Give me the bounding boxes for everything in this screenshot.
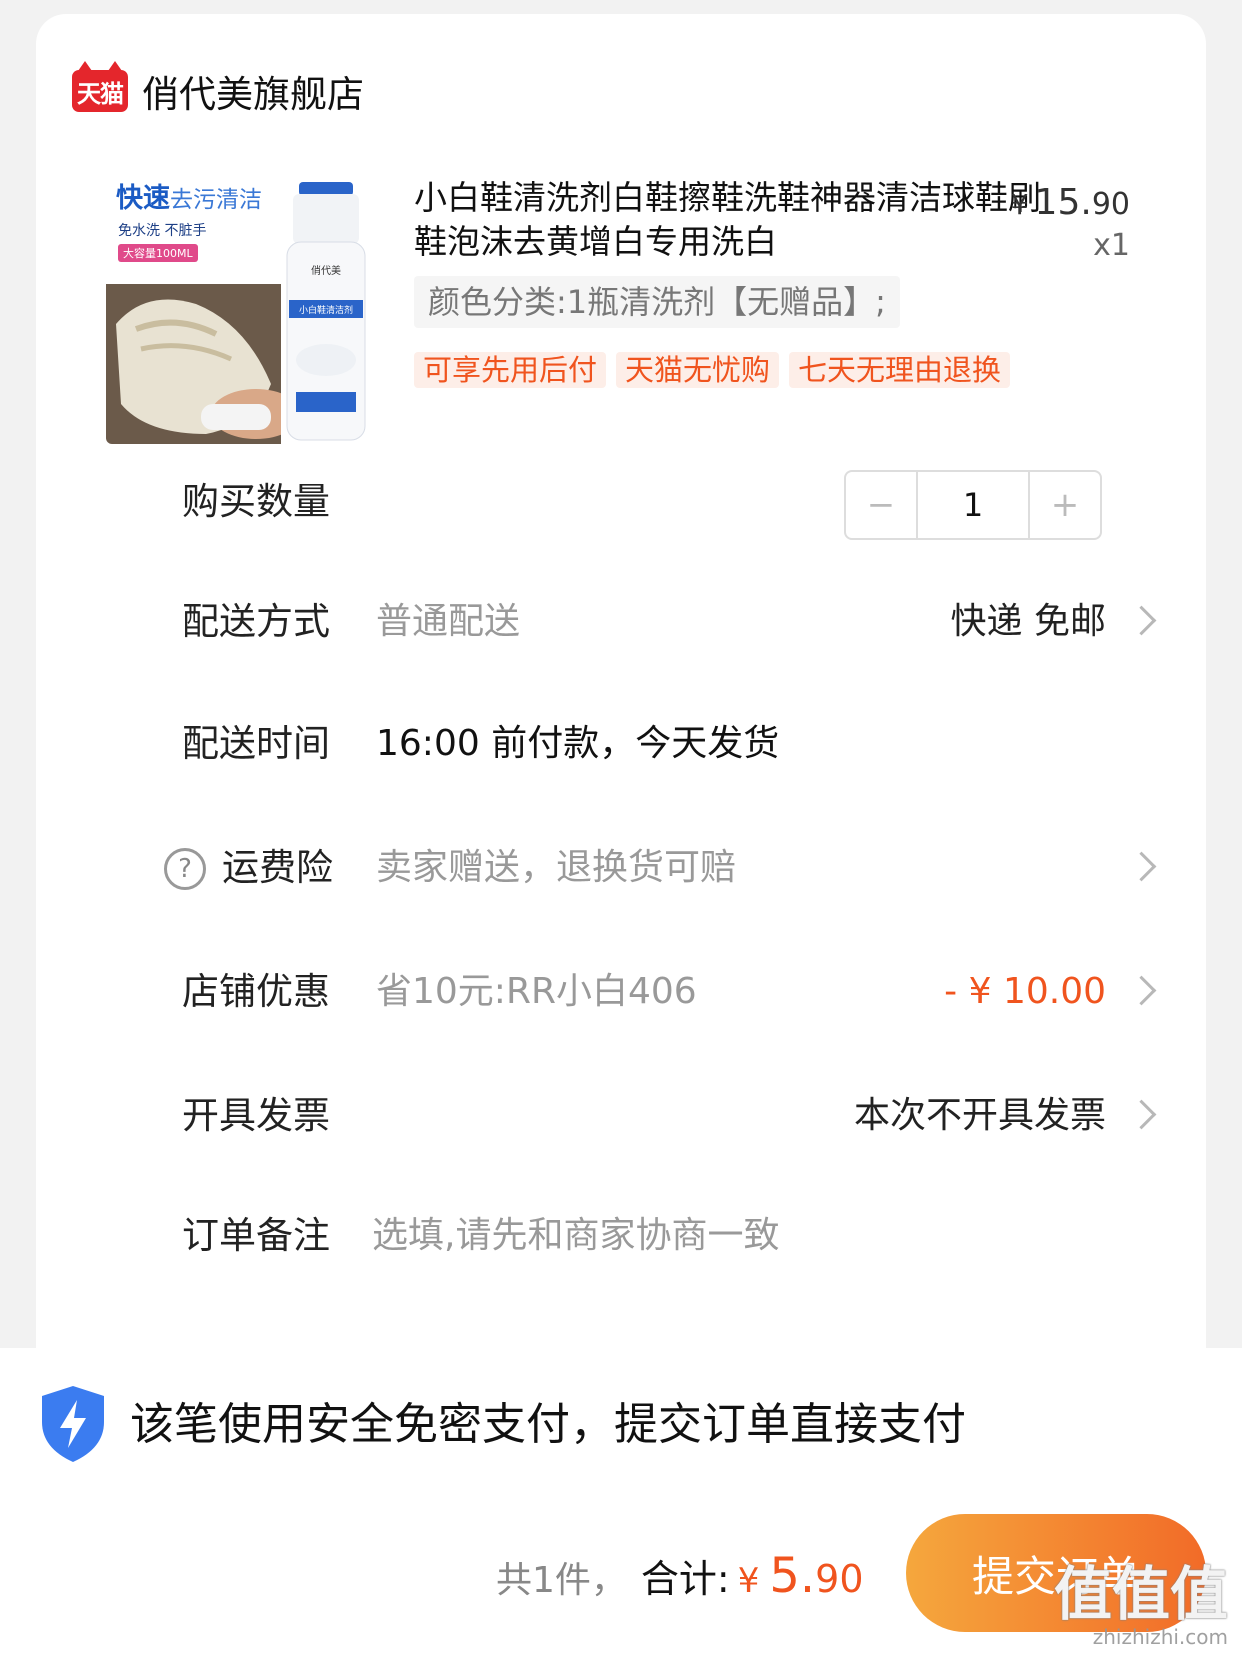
sku-selector[interactable]: 颜色分类:1瓶清洗剂【无赠品】; — [414, 276, 900, 328]
order-note-label: 订单备注 — [182, 1214, 330, 1257]
service-tag: 可享先用后付 — [414, 352, 607, 388]
service-tags: 可享先用后付 天猫无忧购 七天无理由退换 — [414, 352, 1011, 388]
chevron-right-icon[interactable] — [1126, 851, 1157, 882]
shop-name[interactable]: 俏代美旗舰店 — [142, 64, 364, 118]
store-discount-label: 店铺优惠 — [182, 970, 330, 1013]
shipping-insurance-value: 卖家赠送，退换货可赔 — [376, 847, 737, 888]
service-tag: 七天无理由退换 — [789, 352, 1011, 388]
image-headline: 快速去污清洁 — [116, 183, 262, 214]
delivery-time-label: 配送时间 — [182, 722, 330, 765]
invoice-value: 本次不开具发票 — [853, 1095, 1106, 1136]
help-icon[interactable]: ? — [164, 848, 206, 890]
delivery-method-row[interactable]: 配送方式 普通配送 快递 免邮 — [36, 582, 1206, 662]
delivery-method-value: 普通配送 — [376, 601, 521, 642]
shipping-insurance-row[interactable]: ? 运费险 卖家赠送，退换货可赔 — [36, 828, 1206, 908]
watermark: 值值值 zhizhizhi.com — [1054, 1563, 1228, 1649]
invoice-row[interactable]: 开具发票 本次不开具发票 — [36, 1076, 1206, 1156]
currency-symbol: ¥ — [737, 1561, 760, 1601]
product-title[interactable]: 小白鞋清洗剂白鞋擦鞋洗鞋神器清洁球鞋刷鞋泡沫去黄增白专用洗白 — [414, 176, 1054, 264]
shop-header[interactable]: 天猫 俏代美旗舰店 — [72, 56, 364, 126]
product-image[interactable]: 快速去污清洁 免水洗 不脏手 大容量100ML 俏代美 小白鞋清洁剂 — [106, 162, 376, 444]
delivery-time-value: 16:00 前付款，今天发货 — [376, 723, 780, 764]
delivery-method-right: 快递 免邮 — [950, 601, 1106, 642]
increase-button[interactable]: + — [1030, 472, 1100, 538]
item-count: 共1件， — [496, 1560, 627, 1601]
delivery-method-label: 配送方式 — [182, 600, 330, 643]
order-note-row[interactable]: 订单备注 选填,请先和商家协商一致 — [36, 1196, 1206, 1276]
checkout-bar: 该笔使用安全免密支付，提交订单直接支付 共1件， 合计: ¥ 5. 90 提交订单… — [0, 1348, 1242, 1653]
quantity-label: 购买数量 — [182, 480, 330, 523]
product-price: ¥15.90 — [1010, 182, 1130, 223]
order-total: 共1件， 合计: ¥ 5. 90 — [496, 1548, 864, 1604]
svg-text:俏代美: 俏代美 — [311, 264, 341, 277]
chevron-right-icon[interactable] — [1126, 605, 1157, 636]
product-quantity: x1 — [1093, 228, 1130, 263]
chevron-right-icon[interactable] — [1126, 975, 1157, 1006]
quantity-stepper[interactable]: − 1 + — [844, 470, 1102, 540]
invoice-label: 开具发票 — [182, 1094, 330, 1137]
total-amount: 5. — [769, 1548, 816, 1604]
shoe-illustration-icon — [106, 284, 281, 444]
watermark-url: zhizhizhi.com — [1092, 1625, 1228, 1649]
total-label: 合计: — [640, 1557, 730, 1601]
quantity-input[interactable]: 1 — [916, 472, 1030, 538]
decrease-button[interactable]: − — [846, 472, 916, 538]
store-discount-amount: - ¥ 10.00 — [944, 971, 1106, 1012]
store-discount-row[interactable]: 店铺优惠 省10元:RR小白406 - ¥ 10.00 — [36, 952, 1206, 1032]
svg-text:小白鞋清洁剂: 小白鞋清洁剂 — [299, 304, 353, 316]
tmall-logo-icon: 天猫 — [72, 61, 128, 112]
total-amount-decimal: 90 — [815, 1557, 864, 1601]
image-subtitle: 免水洗 不脏手 — [118, 223, 207, 239]
quantity-row: 购买数量 − 1 + — [36, 462, 1206, 542]
bottle-illustration-icon: 俏代美 小白鞋清洁剂 — [286, 182, 366, 441]
secure-payment-notice: 该笔使用安全免密支付，提交订单直接支付 — [130, 1399, 966, 1450]
watermark-logo: 值值值 — [1053, 1560, 1228, 1628]
service-tag: 天猫无忧购 — [616, 352, 780, 388]
chevron-right-icon[interactable] — [1126, 1099, 1157, 1130]
shield-lightning-icon — [42, 1386, 104, 1462]
store-discount-value: 省10元:RR小白406 — [376, 971, 697, 1012]
delivery-time-row: 配送时间 16:00 前付款，今天发货 — [36, 704, 1206, 784]
order-note-input[interactable]: 选填,请先和商家协商一致 — [372, 1196, 779, 1276]
image-badge: 大容量100ML — [118, 244, 198, 262]
shipping-insurance-label: 运费险 — [222, 846, 333, 889]
